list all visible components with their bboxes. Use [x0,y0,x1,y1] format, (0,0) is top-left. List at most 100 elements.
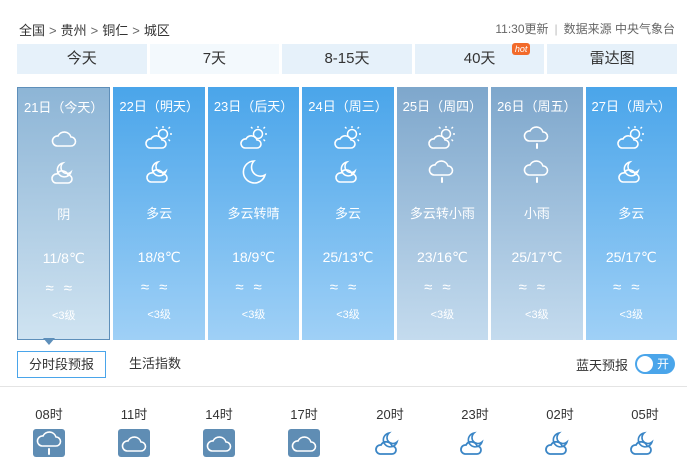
hot-badge: hot [511,43,531,55]
cloudy-night-icon [545,431,569,455]
hour-time: 20时 [376,407,404,422]
tab-7-days[interactable]: 7天 [149,44,280,74]
wind-level: <3级 [241,309,266,321]
wind-direction-icon: ≈≈ [140,279,178,296]
hourly-forecast: 08时 11时 14时 17时 20时 23时 02时 05时 [0,404,687,467]
breadcrumb-province[interactable]: 贵州 [61,23,87,38]
blue-sky-forecast-control: 蓝天预报 开 [576,350,675,378]
day-date: 21日（今天） [23,100,104,115]
tab-label: 40天 [463,50,496,67]
wind-direction-icon: ≈≈ [518,279,556,296]
day-date: 27日（周六） [591,99,671,114]
tab-radar[interactable]: 雷达图 [547,44,677,74]
hour-item: 05时 [615,404,675,462]
day-card[interactable]: 23日（后天） 多云转晴 18/9℃ ≈≈ <3级 [207,87,300,340]
tab-label: 今天 [66,50,97,67]
tab-life-indices[interactable]: 生活指数 [118,351,192,378]
hour-time: 23时 [461,407,489,422]
section-divider [0,386,687,387]
hour-item: 02时 [530,404,590,462]
partly-cloudy-day-icon [239,126,267,149]
toggle-state: 开 [656,357,669,371]
day-card[interactable]: 26日（周五） 小雨 25/17℃ ≈≈ <3级 [491,87,583,340]
day-temperature: 25/13℃ [322,249,374,265]
day-card[interactable]: 25日（周四） 多云转小雨 23/16℃ ≈≈ <3级 [396,87,489,340]
hour-time: 05时 [631,407,659,422]
light-rain-icon [33,429,65,457]
selected-day-pointer [43,338,55,345]
tab-label: 雷达图 [589,50,635,67]
blue-sky-toggle[interactable]: 开 [635,354,675,374]
source-divider: | [554,22,558,36]
day-temperature: 18/8℃ [137,249,181,265]
cloud-icon [51,131,76,147]
toggle-knob [637,356,653,372]
hour-item: 23时 [445,404,505,462]
breadcrumb-city[interactable]: 铜仁 [102,23,128,38]
partly-cloudy-day-icon [334,126,361,149]
breadcrumb-separator: > [132,23,140,38]
wind-direction-icon: ≈≈ [329,279,367,296]
light-rain-icon [523,160,549,183]
day-weather: 多云转晴 [227,206,280,221]
day-weather: 多云 [618,206,645,221]
top-bar: 全国 > 贵州 > 铜仁 > 城区 11:30更新 | 数据来源 中央气象台 [0,0,687,44]
day-temperature: 18/9℃ [232,249,276,265]
breadcrumb: 全国 > 贵州 > 铜仁 > 城区 [19,20,170,39]
day-weather: 多云 [146,206,173,221]
cloudy-night-icon [50,161,73,184]
day-date: 23日（后天） [213,99,294,114]
tab-8-15-days[interactable]: 8-15天 [282,44,412,74]
hour-time: 14时 [205,407,233,422]
day-weather: 多云 [334,206,361,221]
cloudy-night-icon [460,431,484,455]
wind-level: <3级 [147,309,171,321]
wind-level: <3级 [336,309,360,321]
data-source-label: 数据来源 中央气象台 [563,22,675,36]
hour-time: 17时 [290,407,318,422]
wind-direction-icon: ≈≈ [45,280,82,297]
cloudy-night-icon [618,160,641,183]
day-date: 25日（周四） [402,99,483,114]
hour-item: 14时 [189,404,249,462]
forecast-range-tabs: 今天 7天 8-15天 40天 hot 雷达图 [17,43,677,74]
cloudy-night-icon [335,160,357,183]
day-date: 26日（周五） [497,99,577,114]
wind-level: <3级 [619,309,644,321]
day-card[interactable]: 22日（明天） 多云 18/8℃ ≈≈ <3级 [113,87,205,340]
day-temperature: 25/17℃ [605,249,657,265]
day-card[interactable]: 27日（周六） 多云 25/17℃ ≈≈ <3级 [585,87,677,340]
tab-label: 7天 [202,50,227,67]
day-weather: 阴 [57,207,71,222]
wind-direction-icon: ≈≈ [424,279,461,296]
day-date: 22日（明天） [119,99,199,114]
cloud-icon [288,429,320,457]
hour-item: 11时 [104,404,164,462]
wind-level: <3级 [525,309,549,321]
light-rain-icon [523,126,549,149]
wind-direction-icon: ≈≈ [613,279,650,296]
hour-item: 17时 [274,404,334,462]
partly-cloudy-day-icon [428,126,456,149]
breadcrumb-district: 城区 [143,23,170,38]
breadcrumb-country[interactable]: 全国 [19,23,45,38]
day-temperature: 11/8℃ [42,250,85,266]
tab-label: 8-15天 [324,50,370,67]
tab-40-days[interactable]: 40天 hot [414,43,545,74]
data-source-info: 11:30更新 | 数据来源 中央气象台 [495,20,675,37]
day-weather: 小雨 [523,206,550,221]
cloud-icon [203,429,235,457]
day-card[interactable]: 21日（今天） 阴 11/8℃ ≈≈ <3级 [17,87,111,340]
toggle-label: 蓝天预报 [575,357,628,373]
breadcrumb-separator: > [90,23,99,38]
day-temperature: 25/17℃ [511,249,563,265]
partly-cloudy-day-icon [145,126,173,149]
seven-day-forecast: 21日（今天） 阴 11/8℃ ≈≈ <3级 22日（明天） 多云 18/8℃ … [17,87,677,340]
tab-today[interactable]: 今天 [17,44,147,74]
tab-hourly-forecast[interactable]: 分时段预报 [17,350,107,378]
day-date: 24日（周三） [308,99,388,114]
update-time: 11:30更新 [495,22,549,36]
light-rain-icon [429,160,454,183]
breadcrumb-separator: > [49,23,57,38]
day-card[interactable]: 24日（周三） 多云 25/13℃ ≈≈ <3级 [302,87,394,340]
